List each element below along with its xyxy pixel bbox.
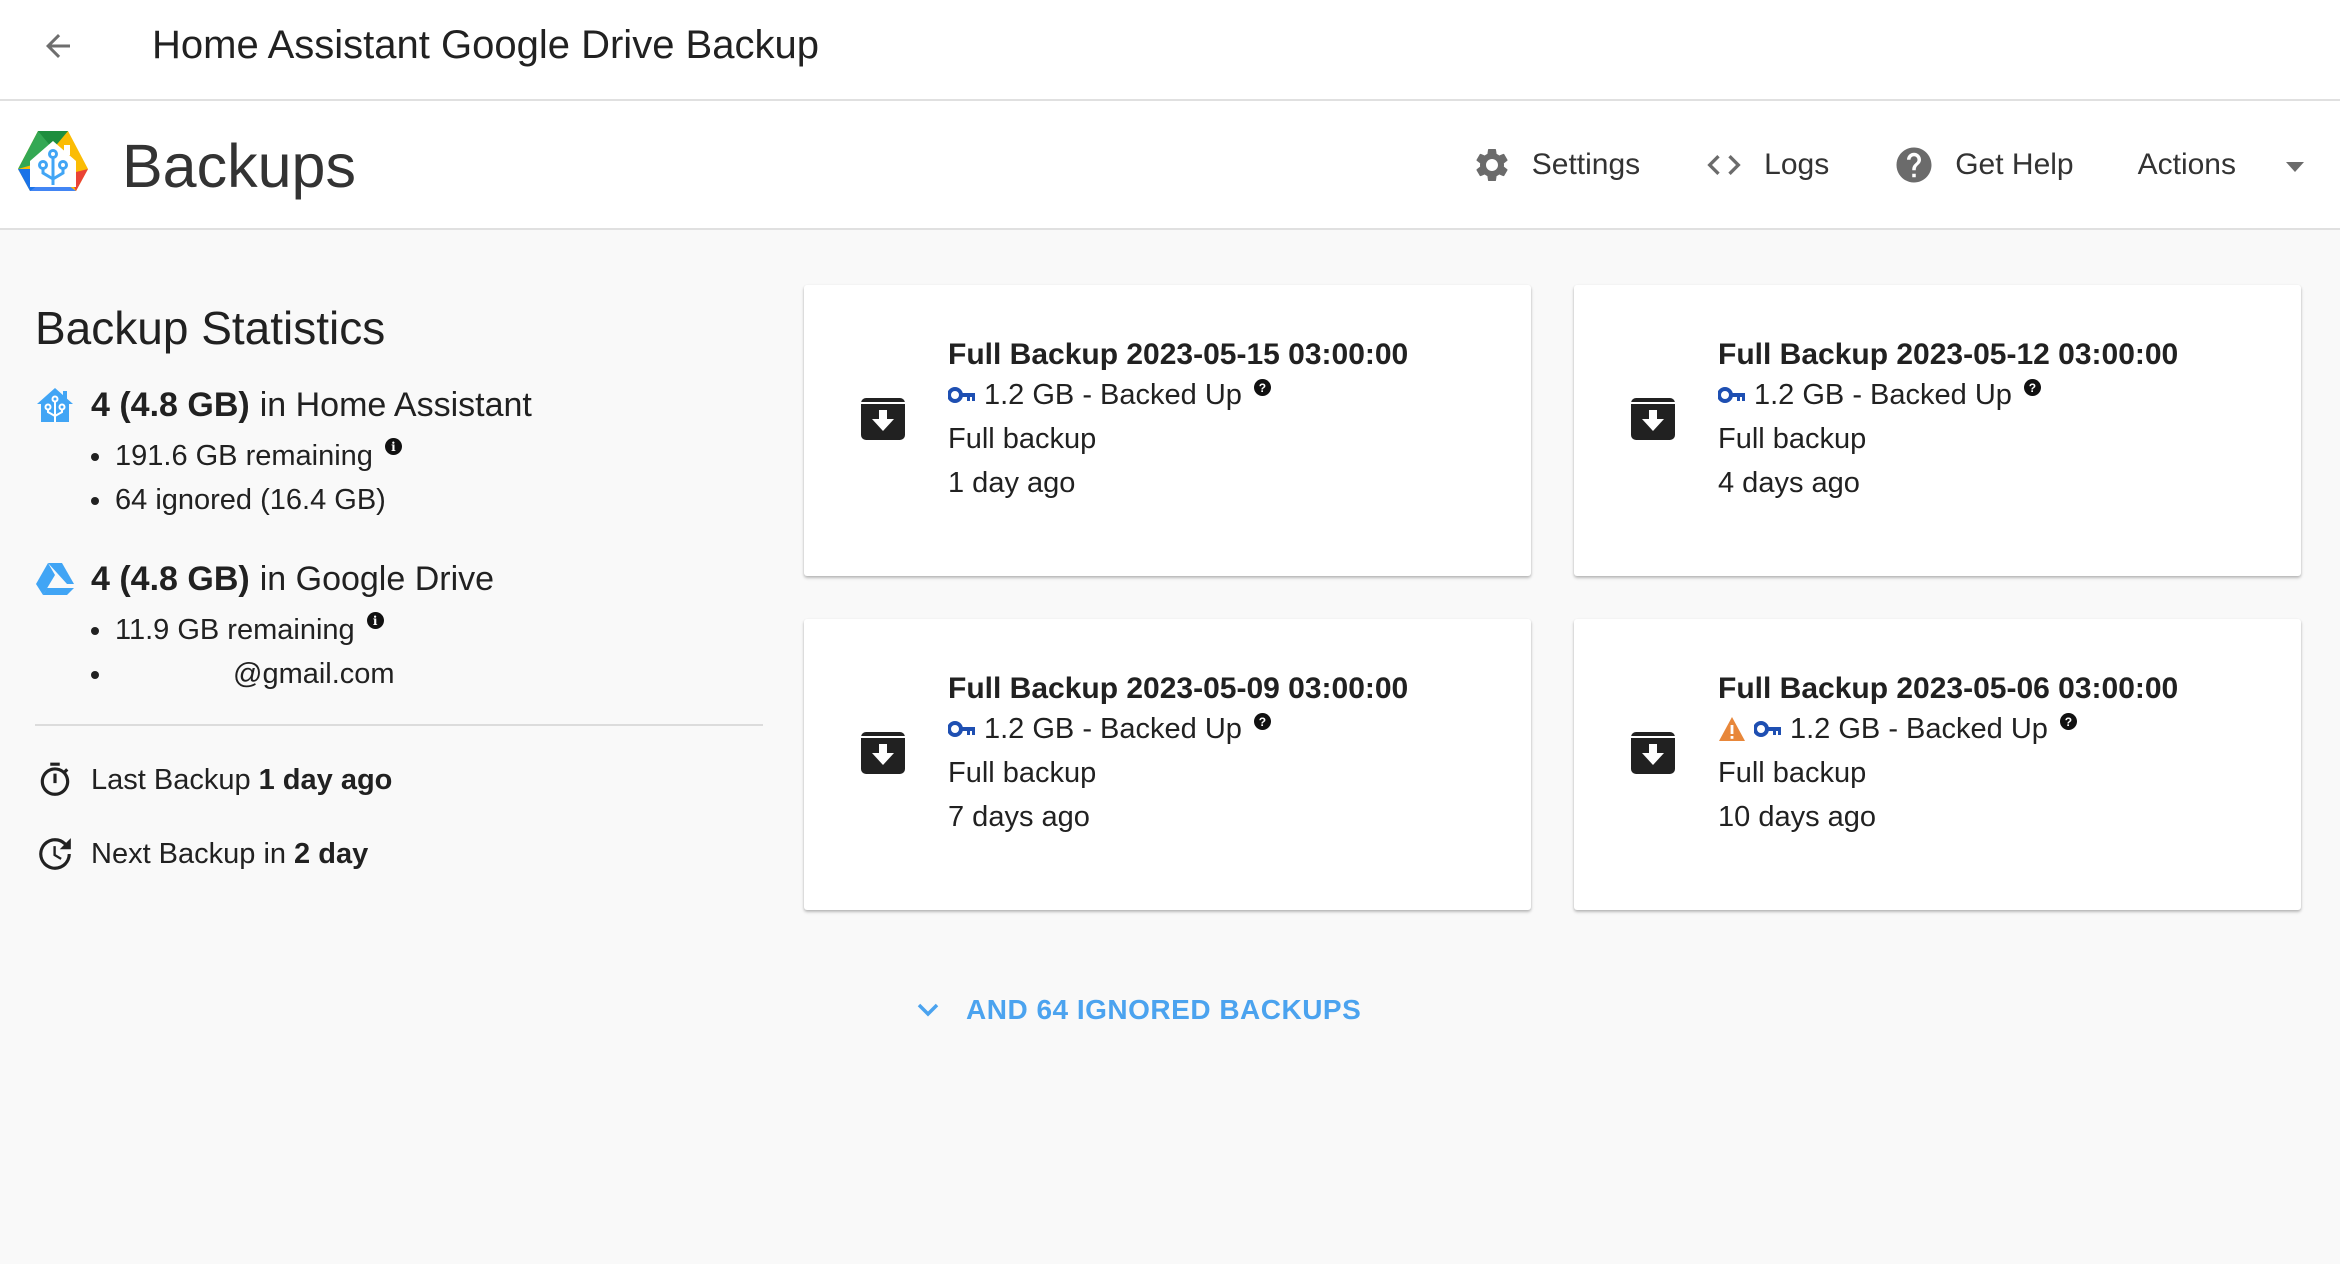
key-icon: [948, 721, 975, 737]
backup-type: Full backup: [1718, 423, 1867, 455]
app-title: Home Assistant Google Drive Backup: [152, 23, 819, 67]
backup-card[interactable]: Full Backup 2023-05-09 03:00:00 1.2 GB -…: [804, 619, 1531, 910]
ha-remaining: 191.6 GB remaining: [115, 440, 373, 472]
help-icon[interactable]: ?: [1253, 713, 1271, 730]
info-icon[interactable]: i: [384, 438, 402, 455]
settings-button[interactable]: Settings: [1472, 145, 1640, 185]
list-item: 11.9 GB remaining i: [89, 608, 763, 652]
backup-name: Full Backup 2023-05-15 03:00:00: [948, 338, 1409, 371]
archive-download-icon: [861, 732, 905, 774]
backup-status: 1.2 GB - Backed Up: [984, 713, 1242, 745]
key-icon: [1754, 721, 1781, 737]
page-header: Backups Settings Logs Get Help Actions: [0, 101, 2340, 230]
timer-icon: [40, 762, 70, 796]
show-ignored-backups-button[interactable]: AND 64 IGNORED BACKUPS: [916, 994, 1361, 1026]
google-drive-summary: 4 (4.8 GB) in Google Drive: [35, 556, 763, 602]
gd-location-label: in Google Drive: [259, 560, 495, 598]
help-icon[interactable]: ?: [1253, 379, 1271, 396]
settings-label: Settings: [1531, 147, 1641, 181]
stats-title: Backup Statistics: [35, 302, 386, 354]
home-assistant-summary: 4 (4.8 GB) in Home Assistant: [35, 382, 763, 428]
gd-backup-count: 4 (4.8 GB): [91, 560, 250, 598]
ha-location-label: in Home Assistant: [259, 386, 532, 424]
actions-label: Actions: [2137, 147, 2236, 181]
ha-ignored: 64 ignored (16.4 GB): [115, 484, 386, 516]
get-help-label: Get Help: [1955, 147, 2074, 181]
logs-button[interactable]: Logs: [1704, 145, 1829, 185]
clock-refresh-icon: [39, 838, 71, 870]
backup-type: Full backup: [948, 423, 1097, 455]
backup-card[interactable]: Full Backup 2023-05-06 03:00:00 1.2 GB -…: [1574, 619, 2301, 910]
next-backup-value: 2 day: [294, 838, 369, 870]
gd-details: 11.9 GB remaining i @gmail.com: [89, 608, 763, 696]
backup-age: 10 days ago: [1718, 801, 1877, 833]
toolbar: Settings Logs Get Help Actions: [1472, 101, 2340, 228]
arrow-left-icon: [46, 34, 70, 58]
key-icon: [1718, 387, 1745, 403]
code-icon: [1707, 154, 1741, 175]
archive-download-icon: [861, 398, 905, 440]
page-title: Backups: [122, 132, 356, 200]
last-backup-label: Last Backup: [91, 764, 251, 796]
backup-card[interactable]: Full Backup 2023-05-15 03:00:00 1.2 GB -…: [804, 285, 1531, 576]
next-backup-label: Next Backup in: [91, 838, 287, 870]
caret-down-icon: [2286, 161, 2304, 172]
list-item: @gmail.com: [89, 652, 763, 696]
backup-status: 1.2 GB - Backed Up: [1790, 713, 2048, 745]
chevron-down-icon: [917, 1003, 939, 1017]
backup-name: Full Backup 2023-05-12 03:00:00: [1718, 338, 2179, 371]
ha-backup-count: 4 (4.8 GB): [91, 386, 250, 424]
next-backup-row: Next Backup in 2 day: [35, 834, 763, 874]
top-app-bar: Home Assistant Google Drive Backup: [0, 0, 2340, 101]
backup-status-line: 1.2 GB - Backed Up ?: [1718, 707, 2178, 751]
last-backup-value: 1 day ago: [258, 764, 393, 796]
archive-download-icon: [1631, 732, 1675, 774]
ignored-backups-label: AND 64 IGNORED BACKUPS: [966, 994, 1362, 1025]
backup-status: 1.2 GB - Backed Up: [1754, 379, 2012, 411]
backup-status-line: 1.2 GB - Backed Up ?: [948, 373, 1408, 417]
last-backup-row: Last Backup 1 day ago: [35, 760, 763, 800]
home-assistant-icon: [37, 388, 73, 422]
backup-status-line: 1.2 GB - Backed Up ?: [948, 707, 1408, 751]
help-icon[interactable]: ?: [2059, 713, 2077, 730]
archive-download-icon: [1631, 398, 1675, 440]
ha-details: 191.6 GB remaining i 64 ignored (16.4 GB): [89, 434, 763, 522]
backup-age: 7 days ago: [948, 801, 1090, 833]
actions-dropdown[interactable]: Actions: [2138, 148, 2306, 182]
backup-name: Full Backup 2023-05-09 03:00:00: [948, 672, 1409, 705]
help-icon[interactable]: ?: [2023, 379, 2041, 396]
gear-icon: [1476, 148, 1508, 181]
backup-statistics-panel: Backup Statistics 4 (4.8 GB) in Home Ass…: [35, 296, 763, 874]
backup-cards-grid: Full Backup 2023-05-15 03:00:00 1.2 GB -…: [804, 285, 2301, 910]
gd-account-email: @gmail.com: [233, 658, 395, 690]
list-item: 64 ignored (16.4 GB): [89, 478, 763, 522]
backup-status: 1.2 GB - Backed Up: [984, 379, 1242, 411]
backup-age: 4 days ago: [1718, 467, 1860, 499]
warning-icon: [1719, 717, 1745, 741]
get-help-button[interactable]: Get Help: [1893, 144, 2074, 186]
gd-remaining: 11.9 GB remaining: [115, 614, 355, 646]
logs-label: Logs: [1764, 147, 1830, 181]
back-button[interactable]: [36, 24, 80, 68]
backup-card[interactable]: Full Backup 2023-05-12 03:00:00 1.2 GB -…: [1574, 285, 2301, 576]
backup-age: 1 day ago: [948, 467, 1076, 499]
backup-name: Full Backup 2023-05-06 03:00:00: [1718, 672, 2179, 705]
key-icon: [948, 387, 975, 403]
help-circle-icon: [1896, 147, 1932, 182]
google-drive-icon: [36, 563, 74, 595]
info-icon[interactable]: i: [366, 612, 384, 629]
backup-status-line: 1.2 GB - Backed Up ?: [1718, 373, 2178, 417]
backup-type: Full backup: [948, 757, 1097, 789]
list-item: 191.6 GB remaining i: [89, 434, 763, 478]
backup-type: Full backup: [1718, 757, 1867, 789]
ha-google-drive-logo: [18, 131, 88, 191]
divider: [35, 724, 763, 726]
